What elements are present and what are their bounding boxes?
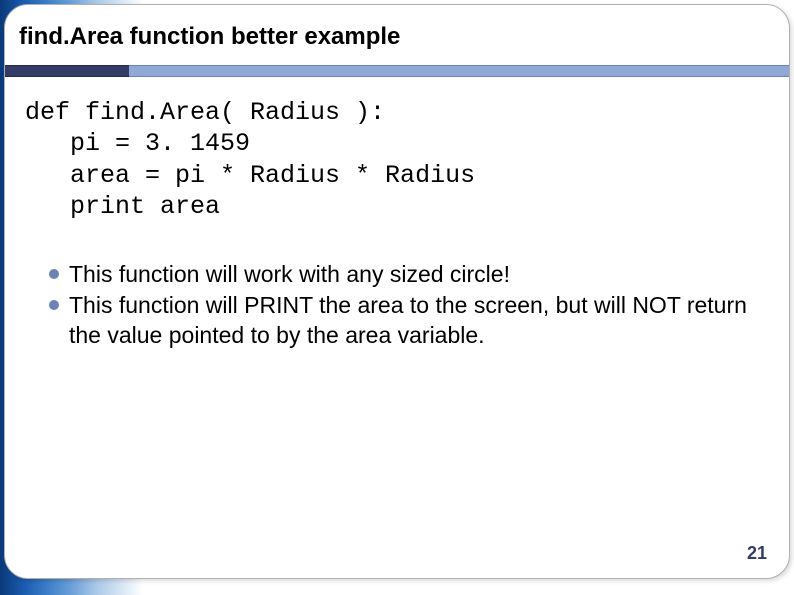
list-item: This function will work with any sized c…	[49, 260, 769, 289]
bullet-list: This function will work with any sized c…	[25, 260, 769, 350]
bullet-text: This function will work with any sized c…	[69, 260, 510, 289]
divider	[5, 65, 789, 77]
divider-right-segment	[129, 65, 789, 77]
page-number: 21	[747, 543, 767, 564]
list-item: This function will PRINT the area to the…	[49, 291, 769, 350]
slide-body: def find.Area( Radius ): pi = 3. 1459 ar…	[5, 77, 789, 350]
slide-background: find.Area function better example def fi…	[0, 0, 794, 595]
title-area: find.Area function better example	[5, 5, 789, 61]
divider-left-segment	[5, 65, 129, 77]
bullet-icon	[49, 300, 59, 310]
slide-title: find.Area function better example	[19, 23, 775, 51]
bullet-icon	[49, 269, 59, 279]
bullet-text: This function will PRINT the area to the…	[69, 291, 769, 350]
code-block: def find.Area( Radius ): pi = 3. 1459 ar…	[25, 97, 769, 222]
content-card: find.Area function better example def fi…	[4, 4, 790, 579]
